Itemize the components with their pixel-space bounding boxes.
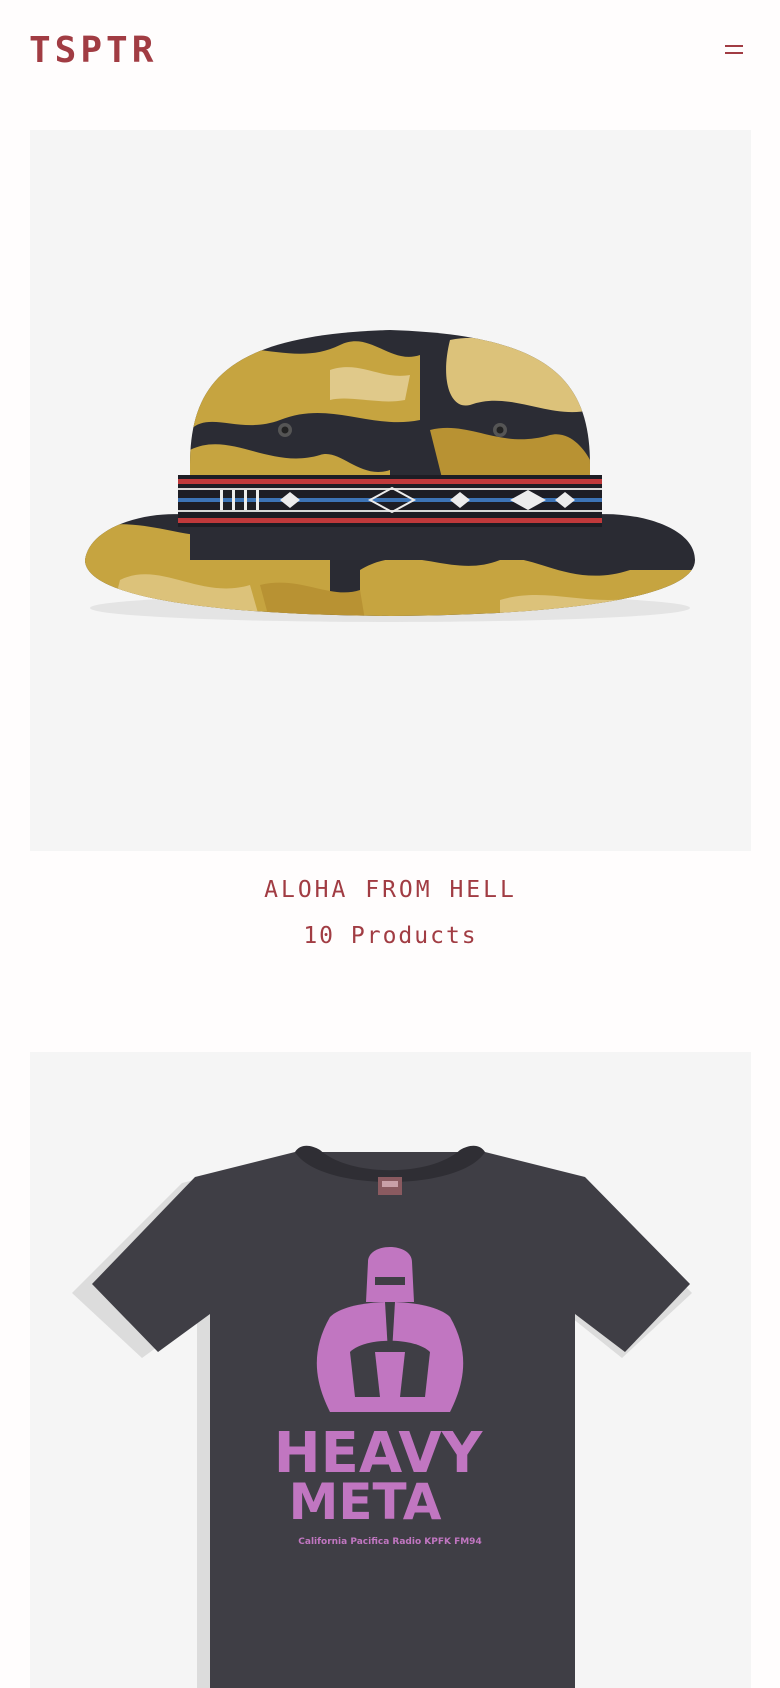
collection-product-count: 10 Products — [303, 923, 478, 949]
bucket-hat-illustration — [85, 330, 695, 622]
print-text-bottom: META — [289, 1473, 442, 1531]
site-header: TSPTR — [0, 0, 780, 100]
collection-card[interactable]: HEAVY META California Pacifica Radio KPF… — [30, 1052, 751, 1688]
collection-title[interactable]: ALOHA FROM HELL — [30, 877, 751, 903]
logo[interactable]: TSPTR — [29, 30, 157, 71]
collection-image-tshirt[interactable]: HEAVY META California Pacifica Radio KPF… — [30, 1052, 751, 1688]
print-caption: California Pacifica Radio KPFK FM94 — [298, 1537, 481, 1547]
collection-card[interactable]: ALOHA FROM HELL 10 Products — [30, 130, 751, 949]
collection-image-bucket-hat[interactable] — [30, 130, 751, 851]
heavy-meta-tshirt-illustration: HEAVY META California Pacifica Radio KPF… — [72, 1145, 692, 1688]
hamburger-icon[interactable] — [722, 38, 748, 60]
